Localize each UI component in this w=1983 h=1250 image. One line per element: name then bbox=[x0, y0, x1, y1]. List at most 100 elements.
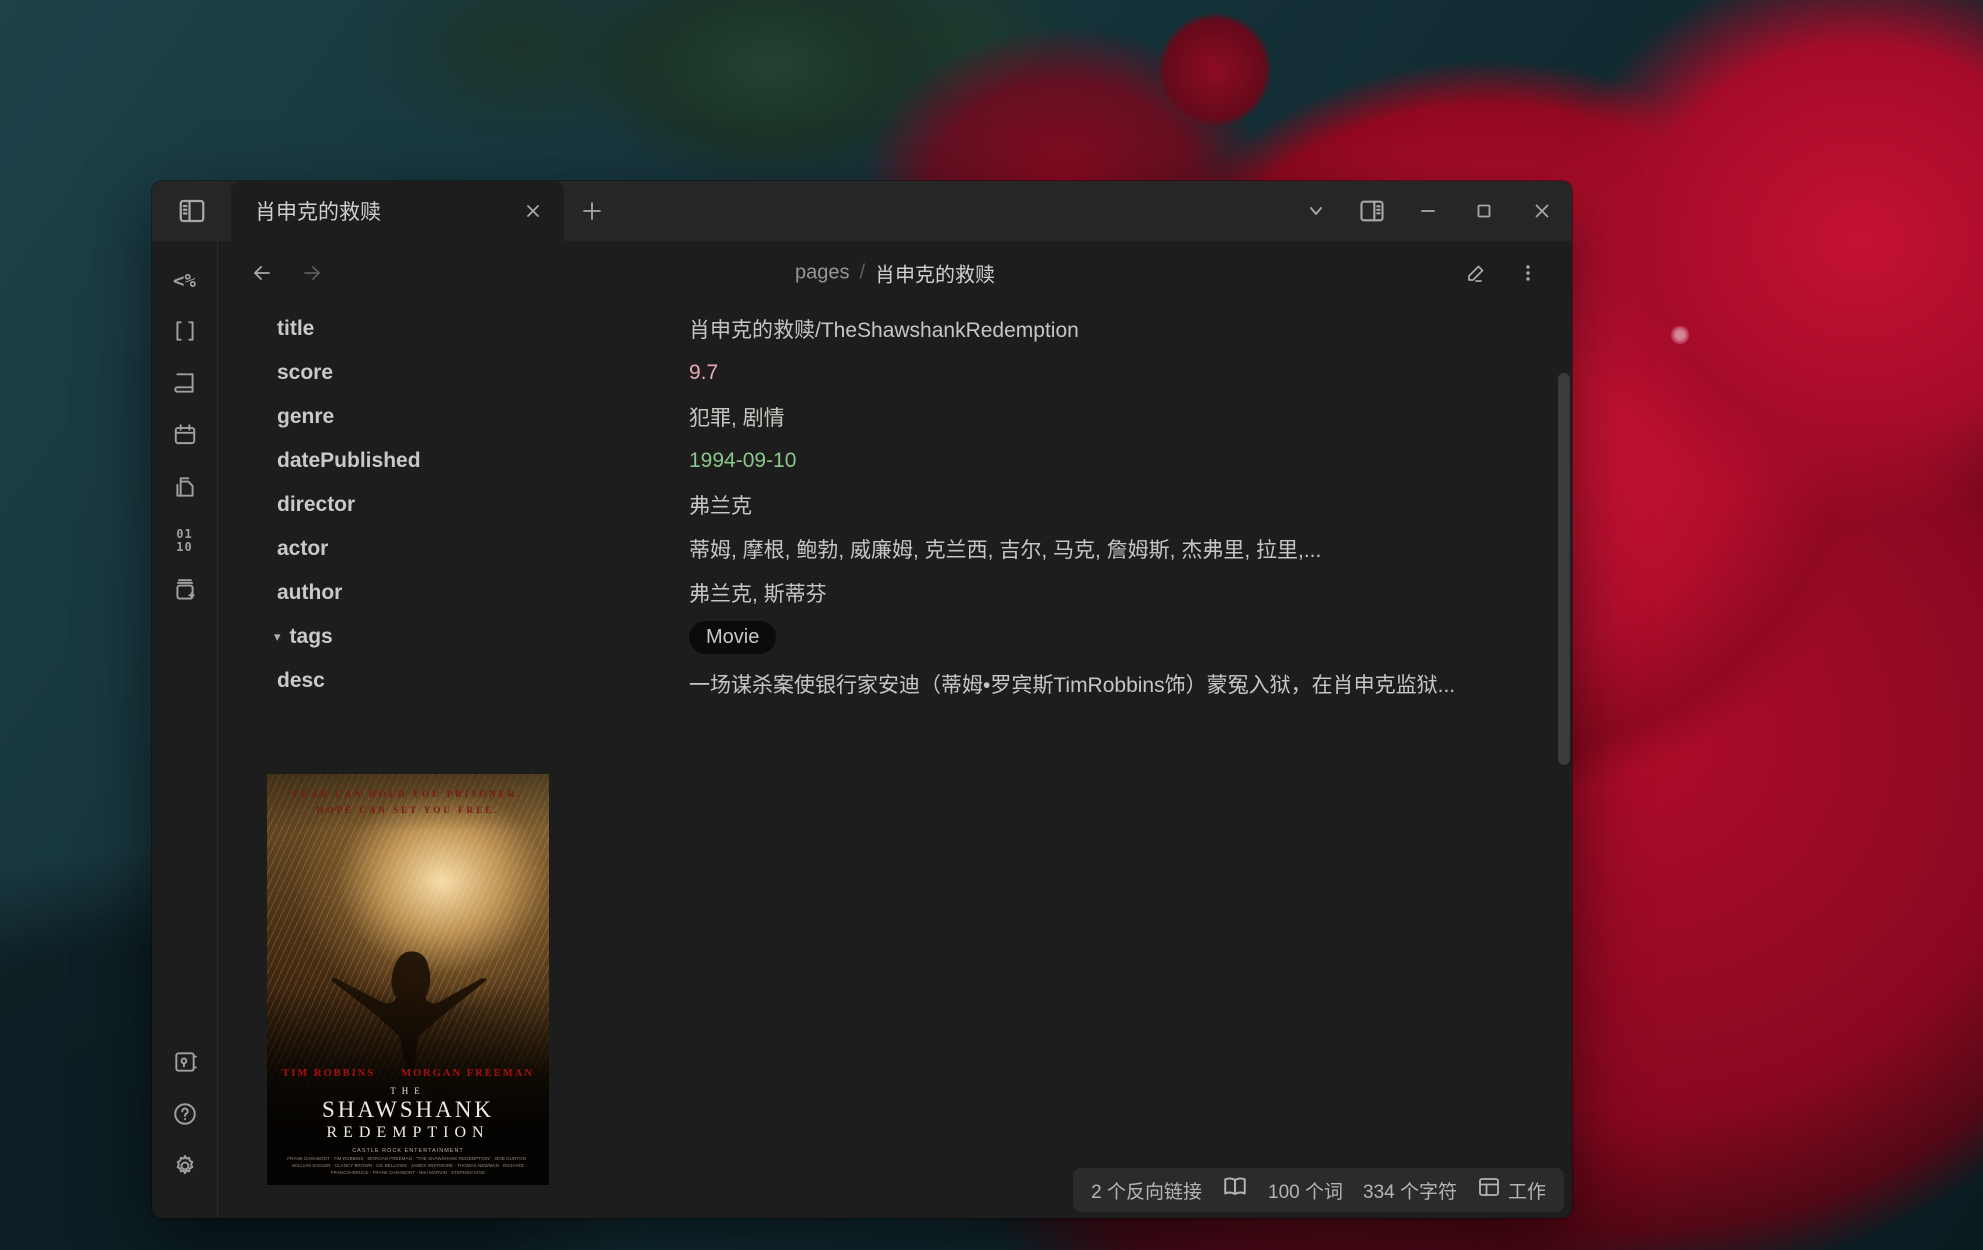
attr-key-desc[interactable]: desc bbox=[277, 667, 689, 693]
safe-box-icon bbox=[172, 1049, 198, 1080]
dock-copy-button[interactable] bbox=[165, 469, 205, 509]
dock-binary-button[interactable]: 0110 bbox=[165, 521, 205, 561]
document-toolbar: pages / 肖申克的救赎 bbox=[218, 241, 1572, 305]
dock-right-toggle-button[interactable] bbox=[1344, 181, 1400, 241]
attr-key-score[interactable]: score bbox=[277, 361, 689, 385]
poster-title-line2: REDEMPTION bbox=[326, 1124, 489, 1142]
dock-flashcard-button[interactable] bbox=[165, 573, 205, 613]
brackets-icon bbox=[172, 318, 198, 349]
attr-value-actor[interactable]: 蒂姆, 摩根, 鲍勃, 威廉姆, 克兰西, 吉尔, 马克, 詹姆斯, 杰弗里, … bbox=[689, 534, 1321, 564]
new-tab-button[interactable] bbox=[564, 181, 620, 241]
dock-settings-button[interactable] bbox=[165, 1148, 205, 1188]
plus-icon bbox=[581, 200, 603, 222]
dock-template-button[interactable]: <% bbox=[165, 261, 205, 301]
panel-right-icon bbox=[1358, 197, 1386, 225]
attr-key-actor[interactable]: actor bbox=[277, 537, 689, 561]
dock-calendar-button[interactable] bbox=[165, 417, 205, 457]
close-window-button[interactable] bbox=[1512, 181, 1572, 241]
dock-help-button[interactable] bbox=[165, 1096, 205, 1136]
collapse-caret-icon[interactable]: ▾ bbox=[274, 629, 281, 645]
template-icon: <% bbox=[173, 272, 196, 291]
maximize-button[interactable] bbox=[1456, 181, 1512, 241]
char-counter: 334 个字符 bbox=[1363, 1177, 1457, 1204]
workspace-layout-icon bbox=[1477, 1175, 1501, 1205]
kebab-menu-icon bbox=[1518, 263, 1538, 283]
back-button[interactable] bbox=[244, 255, 280, 291]
table-row: title 肖申克的救赎/TheShawshankRedemption bbox=[277, 307, 1572, 351]
document-area: pages / 肖申克的救赎 bbox=[218, 241, 1572, 1218]
arrow-left-icon bbox=[250, 261, 274, 285]
table-row: author 弗兰克, 斯蒂芬 bbox=[277, 571, 1572, 615]
attr-value-datepublished[interactable]: 1994-09-10 bbox=[689, 449, 796, 473]
attr-key-title[interactable]: title bbox=[277, 317, 689, 341]
open-book-icon bbox=[1222, 1174, 1248, 1206]
card-add-icon bbox=[172, 578, 198, 609]
breadcrumb-separator: / bbox=[859, 262, 865, 285]
panel-left-icon bbox=[177, 196, 207, 226]
help-icon bbox=[172, 1101, 198, 1132]
attr-key-datepublished[interactable]: datePublished bbox=[277, 449, 689, 473]
movie-poster-image[interactable]: FEAR CAN HOLD YOU PRISONER. HOPE CAN SET… bbox=[267, 774, 549, 1185]
status-bar: 2 个反向链接 100 个词 334 个字符 工作 bbox=[1073, 1168, 1564, 1212]
readonly-toggle-button[interactable] bbox=[1222, 1174, 1248, 1206]
attr-value-desc[interactable]: 一场谋杀案使银行家安迪（蒂姆•罗宾斯TimRobbins饰）蒙冤入狱，在肖申克监… bbox=[689, 667, 1499, 704]
chevron-down-icon bbox=[1306, 201, 1326, 221]
table-row: datePublished 1994-09-10 bbox=[277, 439, 1572, 483]
sidebar-toggle-button[interactable] bbox=[152, 181, 231, 241]
attr-value-director[interactable]: 弗兰克 bbox=[689, 490, 752, 520]
arrow-right-icon bbox=[300, 261, 324, 285]
gear-icon bbox=[172, 1153, 198, 1184]
breadcrumb-parent[interactable]: pages bbox=[795, 262, 850, 285]
title-bar-drag-area bbox=[620, 181, 1288, 241]
close-icon bbox=[1533, 202, 1551, 220]
tag-chip-movie[interactable]: Movie bbox=[689, 621, 776, 654]
dock-widget-button[interactable] bbox=[165, 313, 205, 353]
left-dock: <% bbox=[152, 241, 218, 1218]
backlinks-counter[interactable]: 2 个反向链接 bbox=[1091, 1177, 1202, 1204]
poster-tagline-2: HOPE CAN SET YOU FREE. bbox=[294, 802, 523, 818]
table-row: actor 蒂姆, 摩根, 鲍勃, 威廉姆, 克兰西, 吉尔, 马克, 詹姆斯,… bbox=[277, 527, 1572, 571]
attr-value-score[interactable]: 9.7 bbox=[689, 361, 718, 385]
poster-title-the: THE bbox=[390, 1086, 426, 1096]
table-row-desc: desc 一场谋杀案使银行家安迪（蒂姆•罗宾斯TimRobbins饰）蒙冤入狱，… bbox=[277, 659, 1572, 743]
dock-bookmark-button[interactable] bbox=[165, 365, 205, 405]
attr-value-title[interactable]: 肖申克的救赎/TheShawshankRedemption bbox=[689, 314, 1079, 344]
attribute-table: title 肖申克的救赎/TheShawshankRedemption scor… bbox=[277, 307, 1572, 743]
tab-title: 肖申克的救赎 bbox=[255, 196, 508, 226]
attr-value-author[interactable]: 弗兰克, 斯蒂芬 bbox=[689, 578, 827, 608]
minimize-icon bbox=[1419, 202, 1437, 220]
poster-title-line1: SHAWSHANK bbox=[322, 1097, 494, 1123]
poster-text: FEAR CAN HOLD YOU PRISONER. HOPE CAN SET… bbox=[267, 774, 549, 1185]
maximize-icon bbox=[1476, 203, 1492, 219]
poster-credits: FRANK DARABONT · TIM ROBBINS · MORGAN FR… bbox=[283, 1156, 533, 1177]
table-row: score 9.7 bbox=[277, 351, 1572, 395]
table-row: genre 犯罪, 剧情 bbox=[277, 395, 1572, 439]
poster-tagline-1: FEAR CAN HOLD YOU PRISONER. bbox=[294, 786, 523, 802]
book-icon bbox=[172, 370, 198, 401]
scrollbar-thumb[interactable] bbox=[1558, 373, 1570, 765]
breadcrumb-current[interactable]: 肖申克的救赎 bbox=[875, 259, 995, 288]
attr-key-genre[interactable]: genre bbox=[277, 405, 689, 429]
attr-value-genre[interactable]: 犯罪, 剧情 bbox=[689, 402, 785, 432]
documents-icon bbox=[172, 474, 198, 505]
word-counter: 100 个词 bbox=[1268, 1177, 1343, 1204]
edit-mode-button[interactable] bbox=[1458, 255, 1494, 291]
attr-key-tags[interactable]: ▾ tags bbox=[277, 625, 689, 649]
close-icon bbox=[525, 203, 541, 219]
workspace-switcher[interactable]: 工作 bbox=[1477, 1175, 1546, 1205]
tab-list-button[interactable] bbox=[1288, 181, 1344, 241]
breadcrumb: pages / 肖申克的救赎 bbox=[795, 259, 995, 288]
minimize-button[interactable] bbox=[1400, 181, 1456, 241]
attr-key-author[interactable]: author bbox=[277, 581, 689, 605]
table-row-tags: ▾ tags Movie bbox=[277, 615, 1572, 659]
table-row: director 弗兰克 bbox=[277, 483, 1572, 527]
binary-icon: 0110 bbox=[176, 528, 192, 553]
tab-shawshank[interactable]: 肖申克的救赎 bbox=[231, 181, 564, 241]
dock-safe-button[interactable] bbox=[165, 1044, 205, 1084]
calendar-icon bbox=[172, 422, 198, 453]
attr-key-director[interactable]: director bbox=[277, 493, 689, 517]
poster-studio: CASTLE ROCK ENTERTAINMENT bbox=[352, 1148, 464, 1154]
forward-button[interactable] bbox=[294, 255, 330, 291]
document-menu-button[interactable] bbox=[1510, 255, 1546, 291]
tab-close-button[interactable] bbox=[516, 194, 550, 228]
